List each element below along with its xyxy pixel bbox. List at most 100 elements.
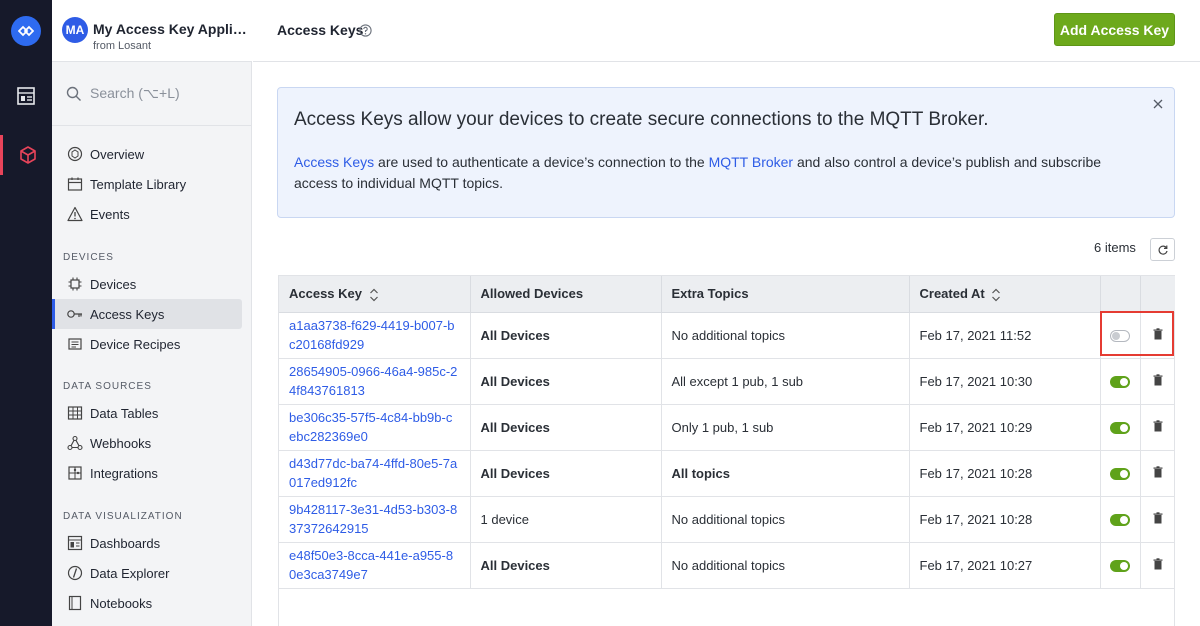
application-name[interactable]: My Access Key Application: [93, 21, 248, 37]
mqtt-broker-link[interactable]: MQTT Broker: [709, 154, 794, 170]
access-keys-link[interactable]: Access Keys: [294, 154, 374, 170]
sidebar-item-label: Data Tables: [90, 405, 159, 421]
enabled-toggle[interactable]: [1110, 376, 1130, 389]
enabled-cell: [1100, 542, 1141, 589]
delete-cell: [1140, 450, 1175, 497]
allowed-devices-cell: All Devices: [470, 404, 662, 451]
refresh-button[interactable]: [1150, 238, 1175, 261]
section-data-sources: DATA SOURCES: [63, 381, 152, 392]
enabled-toggle[interactable]: [1110, 468, 1130, 481]
column-label: Extra Topics: [671, 286, 749, 302]
add-access-key-button[interactable]: Add Access Key: [1054, 13, 1175, 46]
access-key-cell: e48f50e3-8cca-441e-a955-80e3ca3749e7: [279, 542, 471, 589]
application-header[interactable]: MA My Access Key Application from Losant: [52, 0, 252, 62]
sidebar-item-data-tables[interactable]: Data Tables: [52, 398, 242, 428]
extra-topics-cell: No additional topics: [661, 312, 910, 359]
enabled-cell: [1100, 404, 1141, 451]
created-at-cell: Feb 17, 2021 10:30: [909, 358, 1101, 405]
created-at-cell: Feb 17, 2021 10:29: [909, 404, 1101, 451]
sidebar-item-device-recipes[interactable]: Device Recipes: [52, 329, 242, 359]
access-key-link[interactable]: e48f50e3-8cca-441e-a955-80e3ca3749e7: [289, 546, 459, 584]
sidebar-item-data-explorer[interactable]: Data Explorer: [52, 558, 242, 588]
sidebar-item-access-keys[interactable]: Access Keys: [52, 299, 242, 329]
sidebar-item-devices[interactable]: Devices: [52, 269, 242, 299]
created-at-cell: Feb 17, 2021 10:28: [909, 496, 1101, 543]
trash-icon[interactable]: [1153, 327, 1163, 343]
sidebar-item-template-library[interactable]: Template Library: [52, 169, 242, 199]
search-input[interactable]: Search (⌥+L): [90, 85, 180, 102]
trash-icon[interactable]: [1153, 511, 1163, 527]
table-row: be306c35-57f5-4c84-bb9b-cebc282369e0 All …: [279, 404, 1175, 451]
extra-topics-cell: No additional topics: [661, 542, 910, 589]
allowed-devices-cell: All Devices: [470, 542, 662, 589]
column-label: Access Key: [289, 285, 362, 301]
access-key-link[interactable]: 9b428117-3e31-4d53-b303-837372642915: [289, 500, 459, 538]
section-data-visualization: DATA VISUALIZATION: [63, 511, 183, 522]
sidebar-item-dashboards[interactable]: Dashboards: [52, 528, 242, 558]
info-banner: Access Keys allow your devices to create…: [277, 87, 1175, 218]
access-key-link[interactable]: d43d77dc-ba74-4ffd-80e5-7a017ed912fc: [289, 454, 459, 492]
section-devices: DEVICES: [63, 252, 114, 263]
sidebar-item-overview[interactable]: Overview: [52, 139, 242, 169]
enabled-toggle[interactable]: [1110, 330, 1130, 343]
losant-logo-icon[interactable]: [11, 16, 41, 46]
puzzle-icon: [66, 464, 84, 482]
created-at-cell: Feb 17, 2021 11:52: [909, 312, 1101, 359]
allowed-devices-cell: All Devices: [470, 450, 662, 497]
column-label: Created At: [919, 285, 985, 301]
extra-topics-cell: All except 1 pub, 1 sub: [661, 358, 910, 405]
trash-icon[interactable]: [1153, 465, 1163, 481]
column-header-allowed-devices: Allowed Devices: [470, 276, 662, 313]
column-header-enabled: [1100, 276, 1141, 313]
close-icon[interactable]: [1150, 96, 1166, 112]
sort-icon[interactable]: [369, 288, 379, 302]
created-at-cell: Feb 17, 2021 10:28: [909, 450, 1101, 497]
refresh-icon: [1158, 245, 1168, 255]
sidebar-item-events[interactable]: Events: [52, 199, 242, 229]
column-header-created-at[interactable]: Created At: [909, 276, 1101, 313]
enabled-toggle[interactable]: [1110, 514, 1130, 527]
webhook-icon: [66, 434, 84, 452]
access-key-link[interactable]: be306c35-57f5-4c84-bb9b-cebc282369e0: [289, 408, 459, 446]
help-icon[interactable]: [359, 24, 372, 42]
page-header: Access Keys Add Access Key: [253, 0, 1200, 62]
search-icon: [66, 86, 81, 101]
key-icon: [66, 305, 84, 323]
access-key-cell: be306c35-57f5-4c84-bb9b-cebc282369e0: [279, 404, 471, 451]
notebook-icon: [66, 594, 84, 612]
sidebar-item-label: Data Explorer: [90, 565, 170, 581]
sidebar-item-notebooks[interactable]: Notebooks: [52, 588, 242, 618]
enabled-cell: [1100, 450, 1141, 497]
sidebar-item-integrations[interactable]: Integrations: [52, 458, 242, 488]
delete-cell: [1140, 542, 1175, 589]
allowed-devices-cell: All Devices: [470, 358, 662, 405]
sidebar-item-label: Access Keys: [90, 306, 165, 322]
trash-icon[interactable]: [1153, 373, 1163, 389]
sidebar-item-webhooks[interactable]: Webhooks: [52, 428, 242, 458]
recipe-icon: [66, 335, 84, 353]
dashboard-icon: [66, 534, 84, 552]
table-row: 28654905-0966-46a4-985c-24f843761813 All …: [279, 358, 1175, 405]
sidebar-item-label: Template Library: [90, 176, 187, 192]
enabled-cell: [1100, 312, 1141, 359]
items-count: 6 items: [1094, 240, 1136, 255]
column-header-access-key[interactable]: Access Key: [279, 276, 471, 313]
trash-icon[interactable]: [1153, 419, 1163, 435]
trash-icon[interactable]: [1153, 557, 1163, 573]
data-explorer-icon: [66, 564, 84, 582]
access-key-link[interactable]: 28654905-0966-46a4-985c-24f843761813: [289, 362, 459, 400]
sidebar-item-label: Overview: [90, 146, 145, 162]
extra-topics-cell: Only 1 pub, 1 sub: [661, 404, 910, 451]
enabled-toggle[interactable]: [1110, 560, 1130, 573]
table-icon: [66, 404, 84, 422]
search-box[interactable]: Search (⌥+L): [52, 62, 252, 126]
app-rail: [0, 0, 52, 626]
sort-icon[interactable]: [991, 288, 1001, 302]
application-cube-icon[interactable]: [0, 135, 52, 175]
table-row: a1aa3738-f629-4419-b007-bc20168fd929 All …: [279, 312, 1175, 359]
info-text-1: are used to authenticate a device’s conn…: [374, 154, 709, 170]
enabled-toggle[interactable]: [1110, 422, 1130, 435]
dashboard-rail-icon[interactable]: [0, 76, 52, 116]
warning-icon: [66, 205, 84, 223]
access-key-link[interactable]: a1aa3738-f629-4419-b007-bc20168fd929: [289, 316, 459, 354]
